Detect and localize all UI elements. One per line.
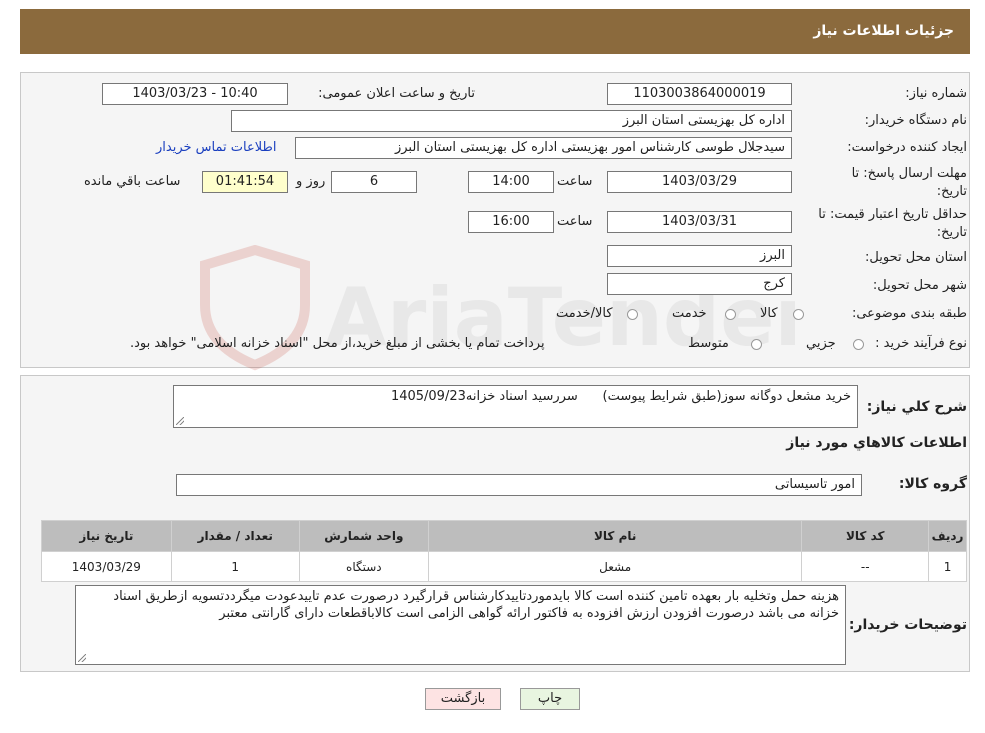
- remaining-label: ساعت باقي مانده: [84, 174, 181, 189]
- category-radio-service[interactable]: [725, 309, 736, 320]
- creator-field: سیدجلال طوسی کارشناس امور بهزیستی اداره …: [295, 137, 792, 159]
- cell-code: --: [801, 551, 930, 582]
- cell-row: 1: [928, 551, 967, 582]
- validity-date-field: 1403/03/31: [607, 211, 792, 233]
- category-option-service: خدمت: [672, 306, 707, 321]
- validity-label: حداقل تاریخ اعتبار قیمت: تا: [818, 207, 967, 222]
- need-number-field: 1103003864000019: [607, 83, 792, 105]
- goods-heading: اطلاعات كالاهاي مورد نياز: [786, 435, 967, 451]
- buyer-label: نام دستگاه خریدار:: [864, 113, 967, 128]
- validity-time-field: 16:00: [468, 211, 554, 233]
- col-quantity: تعداد / مقدار: [170, 520, 300, 552]
- resize-grip-icon[interactable]: [176, 417, 184, 425]
- summary-text: خرید مشعل دوگانه سوز(طبق شرایط پیوست) سر…: [390, 389, 851, 404]
- goods-table: رديف کد کالا نام کالا واحد شمارش تعداد /…: [41, 520, 967, 582]
- process-option-partial: جزیي: [806, 336, 836, 351]
- summary-textarea[interactable]: خرید مشعل دوگانه سوز(طبق شرایط پیوست) سر…: [173, 385, 858, 428]
- days-label: روز و: [296, 174, 326, 189]
- cell-name: مشعل: [427, 551, 803, 582]
- process-label: نوع فرآیند خرید :: [875, 336, 967, 351]
- cell-quantity: 1: [170, 551, 300, 582]
- col-row: رديف: [928, 520, 967, 552]
- table-header-row: رديف کد کالا نام کالا واحد شمارش تعداد /…: [41, 520, 967, 552]
- resize-grip-icon[interactable]: [78, 654, 86, 662]
- deadline-label-2: تاریخ:: [936, 184, 967, 199]
- need-number-label: شماره نیاز:: [905, 86, 967, 101]
- validity-label-2: تاریخ:: [936, 225, 967, 240]
- process-radio-medium[interactable]: [751, 339, 762, 350]
- back-button[interactable]: بازگشت: [425, 688, 501, 710]
- process-option-medium: متوسط: [688, 336, 729, 351]
- process-note: پرداخت تمام یا بخشی از مبلغ خرید،از محل …: [130, 336, 545, 351]
- remaining-time-field: 01:41:54: [202, 171, 288, 193]
- announce-field: 1403/03/23 - 10:40: [102, 83, 288, 105]
- col-code: کد کالا: [801, 520, 930, 552]
- col-name: نام کالا: [427, 520, 803, 552]
- deadline-time-field: 14:00: [468, 171, 554, 193]
- buyer-contact-link[interactable]: اطلاعات تماس خریدار: [156, 140, 276, 155]
- notes-textarea[interactable]: هزینه حمل وتخلیه بار بعهده تامین کننده ا…: [75, 585, 846, 665]
- page-header: جزئیات اطلاعات نیاز: [20, 9, 970, 54]
- buyer-field: اداره کل بهزیستی استان البرز: [231, 110, 792, 132]
- category-radio-goods[interactable]: [793, 309, 804, 320]
- cell-unit: دستگاه: [298, 551, 429, 582]
- announce-label: تاریخ و ساعت اعلان عمومی:: [318, 86, 475, 101]
- col-date: تاريخ نياز: [41, 520, 172, 552]
- city-field: کرج: [607, 273, 792, 295]
- group-label: گروه کالا:: [898, 476, 967, 492]
- category-option-goods: کالا: [760, 306, 778, 321]
- notes-label: توضیحات خریدار:: [848, 617, 967, 633]
- province-label: استان محل تحویل:: [865, 250, 967, 265]
- creator-label: ایجاد کننده درخواست:: [847, 140, 967, 155]
- col-unit: واحد شمارش: [298, 520, 429, 552]
- table-row: 1 -- مشعل دستگاه 1 1403/03/29: [41, 551, 967, 582]
- page-title: جزئیات اطلاعات نیاز: [813, 23, 954, 39]
- validity-time-label: ساعت: [557, 214, 593, 229]
- summary-label: شرح كلي نياز:: [866, 399, 967, 415]
- category-radio-goods-service[interactable]: [627, 309, 638, 320]
- process-radio-partial[interactable]: [853, 339, 864, 350]
- deadline-label: مهلت ارسال پاسخ: تا: [851, 166, 967, 181]
- category-label: طبقه بندی موضوعی:: [851, 306, 967, 321]
- deadline-time-label: ساعت: [557, 174, 593, 189]
- group-field: امور تاسیساتی: [176, 474, 862, 496]
- days-field: 6: [331, 171, 417, 193]
- print-button[interactable]: چاپ: [520, 688, 580, 710]
- cell-date: 1403/03/29: [41, 551, 172, 582]
- notes-text: هزینه حمل وتخلیه بار بعهده تامین کننده ا…: [113, 589, 839, 621]
- deadline-date-field: 1403/03/29: [607, 171, 792, 193]
- province-field: البرز: [607, 245, 792, 267]
- category-option-goods-service: کالا/خدمت: [556, 306, 613, 321]
- city-label: شهر محل تحویل:: [872, 278, 967, 293]
